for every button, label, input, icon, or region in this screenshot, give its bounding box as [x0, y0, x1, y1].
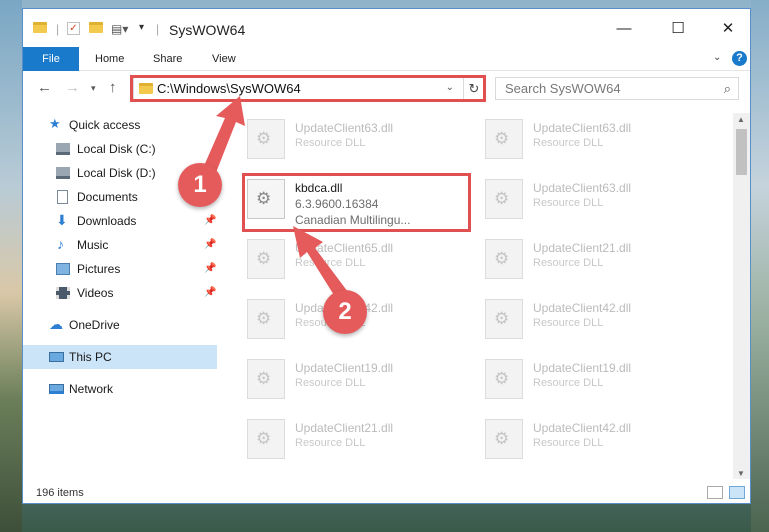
- annotation-arrows: [200, 96, 348, 300]
- step-2-badge: 2: [323, 290, 367, 334]
- arrow-2: [293, 226, 348, 300]
- step-1-badge: 1: [178, 163, 222, 207]
